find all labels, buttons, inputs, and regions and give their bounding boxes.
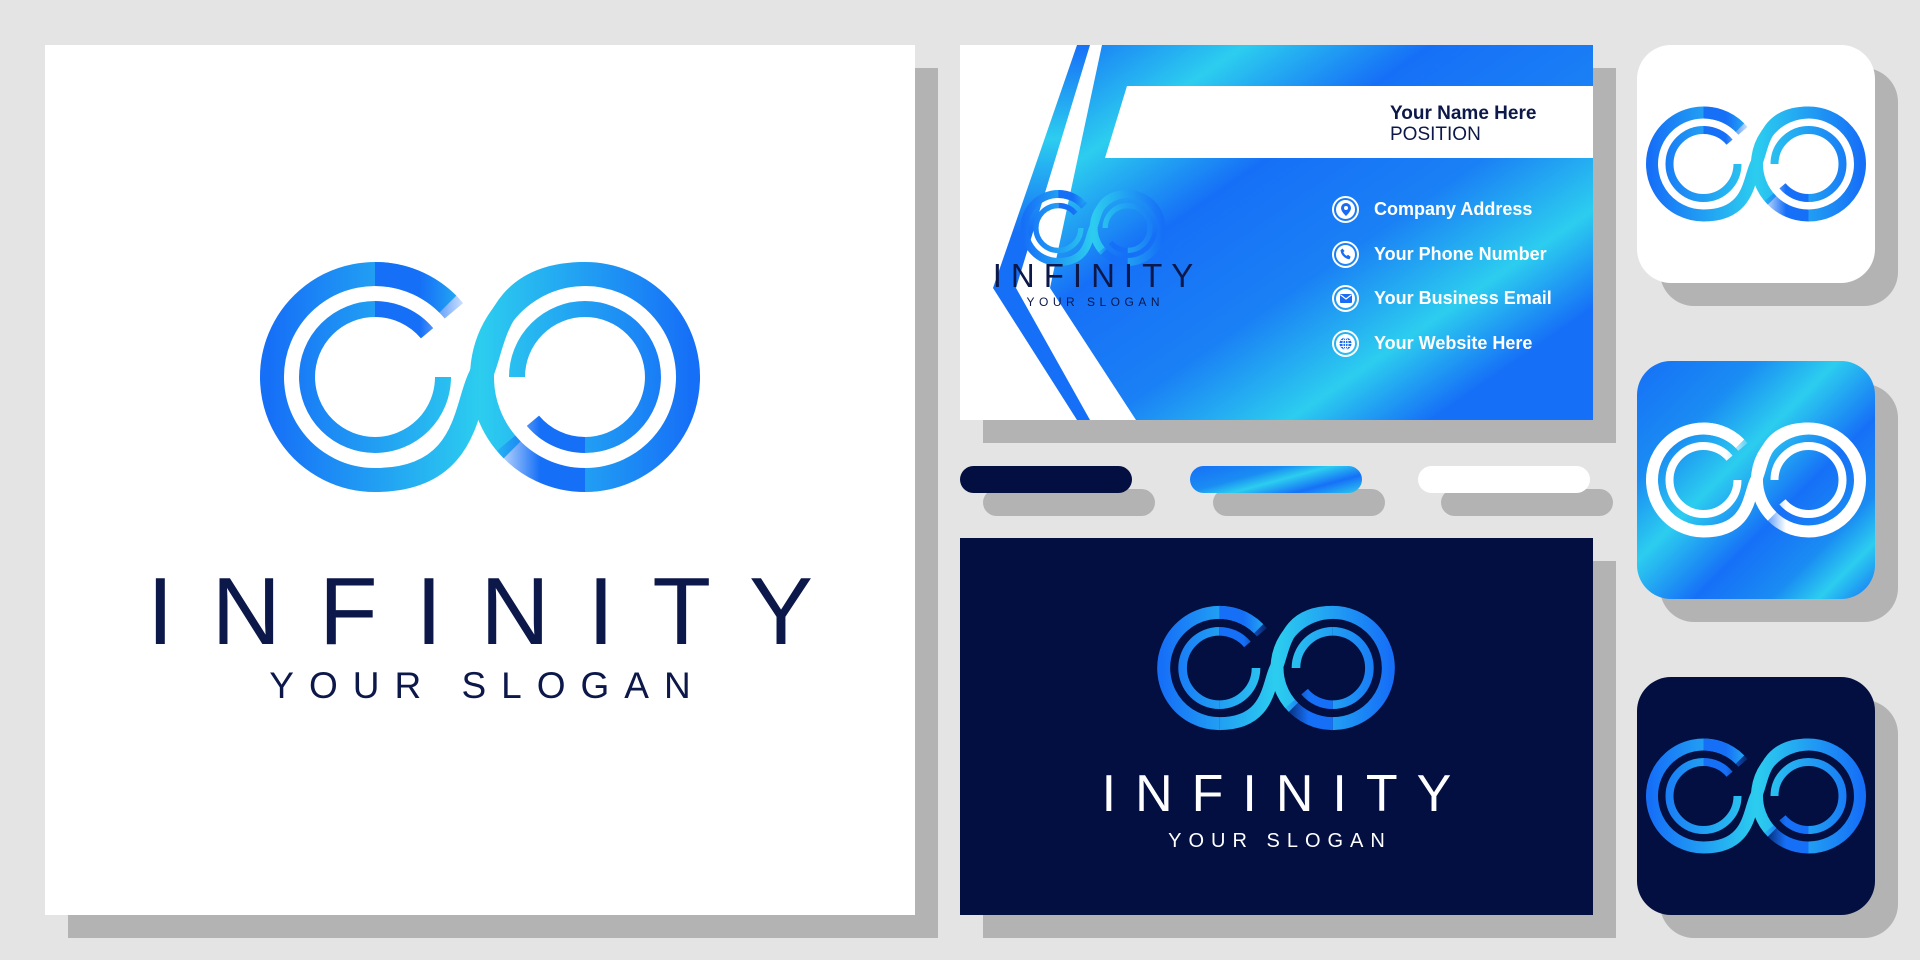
swatch-shadow xyxy=(1441,489,1613,516)
phone-icon xyxy=(1332,240,1359,268)
left-inner-tail xyxy=(1703,163,1742,202)
contact-label: Your Phone Number xyxy=(1374,243,1547,264)
app-icon-gradient xyxy=(1637,361,1875,599)
globe-icon xyxy=(1332,329,1359,357)
s-curve-connector xyxy=(374,262,586,492)
dark-logo-card: INFINITY YOUR SLOGAN xyxy=(960,538,1593,915)
left-inner-arc xyxy=(1665,442,1704,518)
dark-brand-name: INFINITY xyxy=(1101,765,1471,823)
s-curve-connector xyxy=(1058,190,1128,266)
left-inner-tail xyxy=(374,376,451,453)
right-inner-tail xyxy=(1291,626,1333,669)
left-inner-fade xyxy=(1703,126,1733,145)
s-curve-connector xyxy=(1218,605,1334,731)
right-inner-tail xyxy=(1770,758,1809,797)
left-inner-tail xyxy=(1058,227,1084,254)
left-inner-arc xyxy=(299,301,376,453)
card-brand-slogan: YOUR SLOGAN xyxy=(1026,295,1165,309)
swatch-navy xyxy=(960,466,1132,493)
infinity-logo-icon xyxy=(260,262,700,492)
contact-label: Your Website Here xyxy=(1374,332,1533,353)
right-inner-arc xyxy=(584,301,661,453)
right-inner-fade xyxy=(1779,815,1809,834)
right-inner-tail xyxy=(509,301,586,378)
infinity-logo-icon xyxy=(1646,106,1866,222)
infinity-logo-icon xyxy=(1646,422,1866,538)
right-inner-tail xyxy=(1770,126,1809,165)
business-card-front: INFINITY YOUR SLOGAN Your Name Here POSI… xyxy=(960,45,1593,420)
brand-name: INFINITY xyxy=(147,558,851,665)
left-inner-fade xyxy=(1219,626,1251,648)
dark-brand-slogan: YOUR SLOGAN xyxy=(1168,830,1392,852)
left-inner-arc xyxy=(1178,626,1220,710)
left-inner-arc xyxy=(1665,758,1704,834)
left-inner-fade xyxy=(1703,442,1733,461)
right-inner-arc xyxy=(1332,626,1374,710)
infinity-logo-icon xyxy=(1646,738,1866,854)
s-curve-connector xyxy=(1703,738,1809,854)
contact-email: Your Business Email xyxy=(1332,283,1552,313)
left-inner-tail xyxy=(1703,795,1742,834)
left-inner-arc xyxy=(1665,126,1704,202)
contact-phone: Your Phone Number xyxy=(1332,239,1547,269)
right-inner-fade xyxy=(526,415,586,453)
card-brand-name: INFINITY xyxy=(992,257,1203,294)
infinity-logo-icon xyxy=(1157,605,1395,731)
right-inner-tail xyxy=(1102,202,1128,229)
right-inner-arc xyxy=(1808,126,1847,202)
swatch-white xyxy=(1418,466,1590,493)
right-inner-fade xyxy=(1779,499,1809,518)
left-inner-tail xyxy=(1219,667,1261,710)
s-curve-connector xyxy=(1703,422,1809,538)
swatch-shadow xyxy=(983,489,1155,516)
swatch-shadow xyxy=(1213,489,1385,516)
main-logo-card: INFINITY YOUR SLOGAN xyxy=(45,45,915,915)
card-holder-name: Your Name Here xyxy=(1390,103,1537,124)
left-inner-fade xyxy=(1058,202,1078,216)
card-holder-position: POSITION xyxy=(1390,124,1481,145)
right-inner-fade xyxy=(1108,240,1128,254)
left-inner-arc xyxy=(1033,202,1059,254)
s-curve-connector xyxy=(1703,106,1809,222)
app-icon-white xyxy=(1637,45,1875,283)
right-inner-fade xyxy=(1301,688,1333,710)
left-inner-tail xyxy=(1703,479,1742,518)
contact-label: Company Address xyxy=(1374,198,1533,219)
right-inner-tail xyxy=(1770,442,1809,481)
contact-website: Your Website Here xyxy=(1332,328,1532,358)
right-inner-arc xyxy=(1127,202,1153,254)
left-inner-fade xyxy=(1703,758,1733,777)
contact-label: Your Business Email xyxy=(1374,287,1552,308)
swatch-blue-gradient xyxy=(1190,466,1362,493)
right-inner-arc xyxy=(1808,758,1847,834)
right-inner-fade xyxy=(1779,183,1809,202)
mail-icon xyxy=(1332,284,1359,312)
app-icon-navy xyxy=(1637,677,1875,915)
location-pin-icon xyxy=(1332,195,1359,223)
brand-slogan: YOUR SLOGAN xyxy=(269,665,706,706)
contact-address: Company Address xyxy=(1332,194,1532,224)
left-inner-fade xyxy=(374,301,434,339)
right-inner-arc xyxy=(1808,442,1847,518)
